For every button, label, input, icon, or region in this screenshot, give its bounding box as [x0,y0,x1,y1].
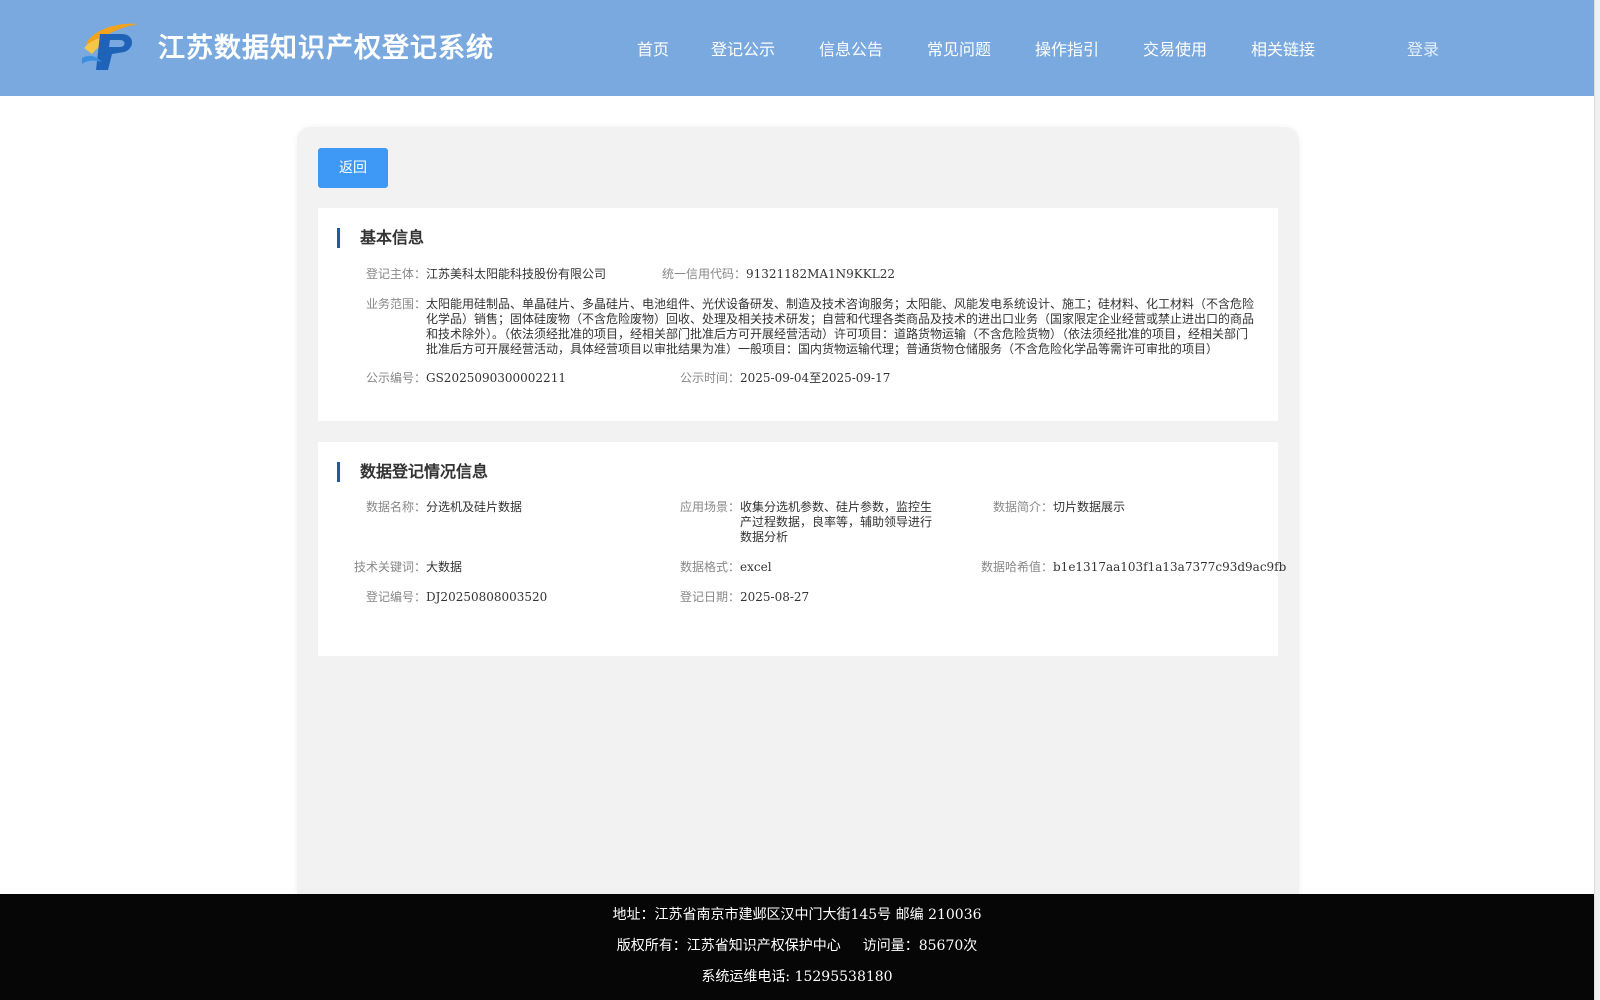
keyword-label: 技术关键词： [353,560,426,574]
business-scope-value: 太阳能用硅制品、单晶硅片、多晶硅片、电池组件、光伏设备研发、制造及技术咨询服务；… [426,297,1255,356]
business-scope-label: 业务范围： [365,297,426,311]
reg-date-value: 2025-08-27 [740,590,810,604]
page: 江苏数据知识产权登记系统 首页 登记公示 信息公告 常见问题 操作指引 交易使用… [0,0,1600,1000]
footer-address: 地址：江苏省南京市建邺区汉中门大街145号 邮编 210036 [612,907,982,923]
nav-item-faq[interactable]: 常见问题 [927,36,991,60]
scrollbar[interactable] [1594,0,1600,1000]
credit-code-value: 91321182MA1N9KKL22 [746,267,895,281]
basic-info-section: 基本信息 登记主体： 江苏美科太阳能科技股份有限公司 统一信用代码： 91321… [318,208,1278,421]
reg-no-label: 登记编号： [365,590,426,604]
back-button[interactable]: 返回 [318,148,388,188]
format-label: 数据格式： [679,560,740,574]
nav-item-home[interactable]: 首页 [637,36,669,60]
data-name-label: 数据名称： [365,500,426,514]
notice-time-label: 公示时间： [679,371,740,385]
nav-item-links[interactable]: 相关链接 [1251,36,1315,60]
keyword-value: 大数据 [426,560,463,574]
footer-visits: 访问量：85670次 [862,938,978,954]
section-title-basic-info: 基本信息 [337,228,424,248]
scenario-value: 收集分选机参数、硅片参数，监控生产过程数据，良率等，辅助领导进行数据分析 [740,500,933,544]
scenario-label: 应用场景： [679,500,740,514]
reg-no-value: DJ20250808003520 [426,590,548,604]
footer-phone: 系统运维电话: 15295538180 [701,969,893,985]
hash-value: b1e1317aa103f1a13a7377c93d9ac9fb [1053,560,1287,574]
format-value: excel [740,560,772,574]
notice-time-value: 2025-09-04至2025-09-17 [740,371,891,385]
site-logo-icon[interactable] [80,18,140,72]
hash-label: 数据哈希值： [980,560,1053,574]
data-registration-section: 数据登记情况信息 数据名称： 分选机及硅片数据 应用场景： 收集分选机参数、硅片… [318,442,1286,656]
reg-date-label: 登记日期： [679,590,740,604]
nav-item-guide[interactable]: 操作指引 [1035,36,1099,60]
credit-code-label: 统一信用代码： [661,267,746,281]
data-name-value: 分选机及硅片数据 [426,500,523,514]
notice-no-value: GS2025090300002211 [426,371,566,385]
nav-item-registration-notice[interactable]: 登记公示 [711,36,775,60]
site-title: 江苏数据知识产权登记系统 [158,33,494,64]
nav-item-announcements[interactable]: 信息公告 [819,36,883,60]
summary-value: 切片数据展示 [1053,500,1126,514]
detail-card: 返回 基本信息 登记主体： 江苏美科太阳能科技股份有限公司 统一信用代码： 91… [297,127,1299,907]
summary-label: 数据简介： [992,500,1053,514]
footer-copyright: 版权所有：江苏省知识产权保护中心 [616,938,841,954]
registrant-label: 登记主体： [365,267,426,281]
site-footer: 地址：江苏省南京市建邺区汉中门大街145号 邮编 210036 版权所有：江苏省… [0,894,1594,1000]
registrant-value: 江苏美科太阳能科技股份有限公司 [426,267,607,281]
footer-copyright-line: 版权所有：江苏省知识产权保护中心 访问量：85670次 [0,935,1594,955]
notice-no-label: 公示编号： [365,371,426,385]
top-header: 江苏数据知识产权登记系统 首页 登记公示 信息公告 常见问题 操作指引 交易使用… [0,0,1594,96]
nav-item-trading[interactable]: 交易使用 [1143,36,1207,60]
section-title-data-registration: 数据登记情况信息 [337,462,488,482]
login-link[interactable]: 登录 [1407,36,1439,60]
